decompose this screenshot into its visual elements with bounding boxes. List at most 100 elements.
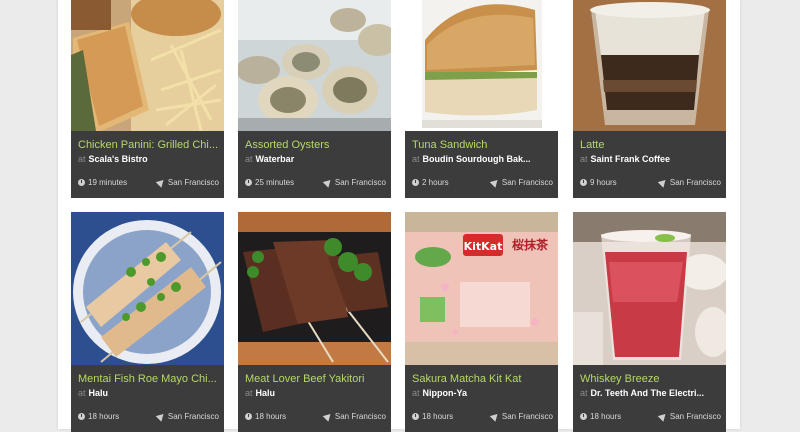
time-text: 18 hours — [590, 412, 622, 421]
photo-sakura-kitkat[interactable]: KitKat 桜抹茶 — [405, 212, 558, 365]
location-label[interactable]: San Francisco — [322, 177, 386, 189]
venue-link[interactable]: Boudin Sourdough Bak... — [423, 154, 531, 164]
location-arrow-icon — [322, 411, 334, 422]
photo-chicken-panini[interactable] — [71, 0, 224, 131]
venue-row: at Boudin Sourdough Bak... — [412, 153, 552, 165]
food-card-chicken-panini[interactable]: Chicken Panini: Grilled Chi... at Scala's… — [71, 0, 224, 198]
location-text: San Francisco — [167, 178, 219, 187]
venue-link[interactable]: Halu — [89, 388, 109, 398]
location-arrow-icon — [155, 177, 167, 188]
venue-prefix: at — [580, 388, 588, 398]
venue-link[interactable]: Saint Frank Coffee — [591, 154, 671, 164]
clock-icon — [580, 413, 587, 420]
venue-prefix: at — [412, 388, 420, 398]
location-label[interactable]: San Francisco — [155, 411, 219, 423]
photo-whiskey-breeze[interactable] — [573, 212, 726, 365]
time-text: 25 minutes — [255, 178, 295, 187]
time-label: 19 minutes — [78, 177, 127, 189]
venue-link[interactable]: Scala's Bistro — [89, 154, 148, 164]
venue-row: at Scala's Bistro — [78, 153, 218, 165]
card-info: Tuna Sandwich at Boudin Sourdough Bak... … — [405, 131, 558, 198]
venue-row: at Dr. Teeth And The Electri... — [580, 387, 720, 399]
card-info: Chicken Panini: Grilled Chi... at Scala's… — [71, 131, 224, 198]
location-arrow-icon — [489, 411, 501, 422]
card-meta: 18 hours San Francisco — [580, 411, 721, 423]
venue-prefix: at — [245, 154, 253, 164]
food-card-sakura-kitkat[interactable]: KitKat 桜抹茶 Sakura Matcha Kit Kat at Nippo… — [405, 212, 558, 432]
clock-icon — [78, 413, 85, 420]
card-meta: 18 hours San Francisco — [78, 411, 219, 423]
photo-latte[interactable] — [573, 0, 726, 131]
location-text: San Francisco — [501, 412, 553, 421]
location-arrow-icon — [657, 177, 669, 188]
venue-prefix: at — [245, 388, 253, 398]
clock-icon — [580, 179, 587, 186]
location-arrow-icon — [322, 177, 334, 188]
location-label[interactable]: San Francisco — [489, 411, 553, 423]
location-text: San Francisco — [501, 178, 553, 187]
location-label[interactable]: San Francisco — [657, 177, 721, 189]
photo-beef-yakitori[interactable] — [238, 212, 391, 365]
photo-mentai-fish-roe[interactable] — [71, 212, 224, 365]
location-label[interactable]: San Francisco — [657, 411, 721, 423]
time-label: 18 hours — [412, 411, 453, 423]
food-card-assorted-oysters[interactable]: Assorted Oysters at Waterbar 25 minutes S… — [238, 0, 391, 198]
card-meta: 18 hours San Francisco — [412, 411, 553, 423]
location-arrow-icon — [489, 177, 501, 188]
card-title[interactable]: Tuna Sandwich — [412, 139, 552, 152]
venue-link[interactable]: Waterbar — [256, 154, 295, 164]
venue-prefix: at — [412, 154, 420, 164]
location-label[interactable]: San Francisco — [489, 177, 553, 189]
photo-tuna-sandwich[interactable] — [405, 0, 558, 131]
time-text: 18 hours — [255, 412, 287, 421]
location-text: San Francisco — [334, 178, 386, 187]
card-meta: 2 hours San Francisco — [412, 177, 553, 189]
venue-prefix: at — [580, 154, 588, 164]
time-label: 25 minutes — [245, 177, 294, 189]
card-info: Latte at Saint Frank Coffee 9 hours San F… — [573, 131, 726, 198]
location-arrow-icon — [155, 411, 167, 422]
venue-link[interactable]: Nippon-Ya — [423, 388, 468, 398]
food-card-beef-yakitori[interactable]: Meat Lover Beef Yakitori at Halu 18 hours… — [238, 212, 391, 432]
clock-icon — [412, 179, 419, 186]
food-card-latte[interactable]: Latte at Saint Frank Coffee 9 hours San F… — [573, 0, 726, 198]
card-title[interactable]: Latte — [580, 139, 720, 152]
time-text: 9 hours — [590, 178, 617, 187]
food-card-tuna-sandwich[interactable]: Tuna Sandwich at Boudin Sourdough Bak... … — [405, 0, 558, 198]
feed-panel: Chicken Panini: Grilled Chi... at Scala's… — [58, 0, 740, 432]
time-text: 19 minutes — [88, 178, 128, 187]
card-meta: 25 minutes San Francisco — [245, 177, 386, 189]
card-info: Meat Lover Beef Yakitori at Halu 18 hours… — [238, 365, 391, 432]
card-info: Whiskey Breeze at Dr. Teeth And The Elect… — [573, 365, 726, 432]
location-text: San Francisco — [669, 178, 721, 187]
card-info: Assorted Oysters at Waterbar 25 minutes S… — [238, 131, 391, 198]
time-label: 18 hours — [78, 411, 119, 423]
venue-link[interactable]: Halu — [256, 388, 276, 398]
card-title[interactable]: Meat Lover Beef Yakitori — [245, 373, 385, 386]
card-title[interactable]: Chicken Panini: Grilled Chi... — [78, 139, 218, 152]
location-label[interactable]: San Francisco — [322, 411, 386, 423]
venue-prefix: at — [78, 154, 86, 164]
venue-row: at Halu — [78, 387, 218, 399]
photo-assorted-oysters[interactable] — [238, 0, 391, 131]
time-text: 18 hours — [88, 412, 120, 421]
card-title[interactable]: Sakura Matcha Kit Kat — [412, 373, 552, 386]
location-label[interactable]: San Francisco — [155, 177, 219, 189]
venue-row: at Waterbar — [245, 153, 385, 165]
venue-row: at Nippon-Ya — [412, 387, 552, 399]
time-label: 18 hours — [245, 411, 286, 423]
location-arrow-icon — [657, 411, 669, 422]
time-label: 18 hours — [580, 411, 621, 423]
time-text: 2 hours — [422, 178, 449, 187]
clock-icon — [245, 179, 252, 186]
card-title[interactable]: Assorted Oysters — [245, 139, 385, 152]
card-meta: 9 hours San Francisco — [580, 177, 721, 189]
food-card-mentai-fish-roe[interactable]: Mentai Fish Roe Mayo Chi... at Halu 18 ho… — [71, 212, 224, 432]
card-title[interactable]: Whiskey Breeze — [580, 373, 720, 386]
food-card-whiskey-breeze[interactable]: Whiskey Breeze at Dr. Teeth And The Elect… — [573, 212, 726, 432]
venue-link[interactable]: Dr. Teeth And The Electri... — [591, 388, 705, 398]
location-text: San Francisco — [669, 412, 721, 421]
card-title[interactable]: Mentai Fish Roe Mayo Chi... — [78, 373, 218, 386]
venue-row: at Halu — [245, 387, 385, 399]
clock-icon — [78, 179, 85, 186]
